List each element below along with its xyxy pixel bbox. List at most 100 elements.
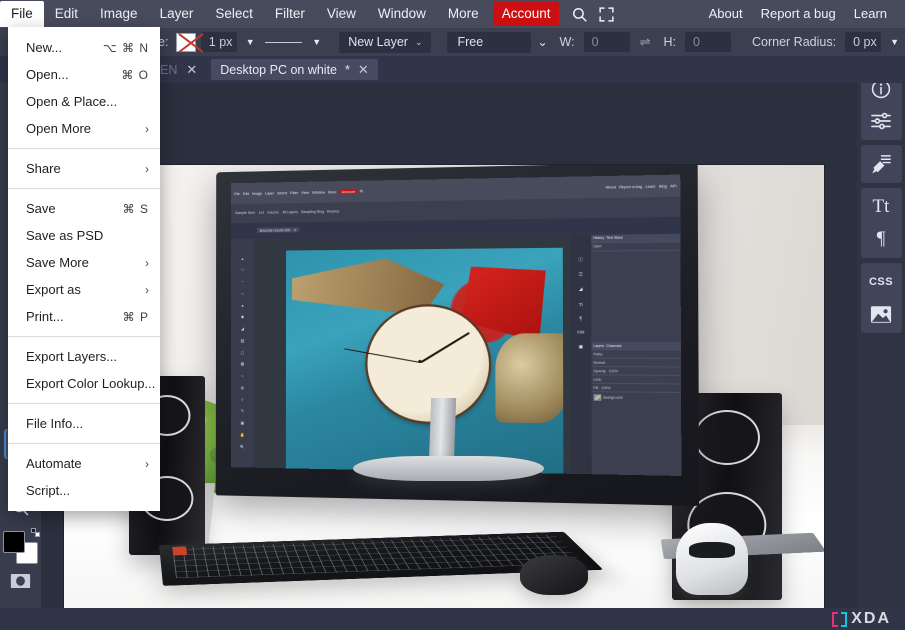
photo-mouse: [520, 555, 588, 595]
mini-tool-crop-icon: ⌂: [241, 291, 243, 296]
mini-sampling-ring-label: Sampling Ring: [300, 210, 323, 214]
mini-adjustments-panel-icon: ☰: [578, 271, 582, 277]
mini-layers-tab: Layers: [593, 343, 604, 347]
menu-open-and-place[interactable]: Open & Place...: [8, 88, 160, 115]
mini-history-entry: Open: [590, 242, 680, 251]
document-canvas[interactable]: File Edit Image Layer Select Filter View…: [64, 165, 824, 613]
menu-share[interactable]: Share ›: [8, 155, 160, 182]
corner-radius-caret-icon[interactable]: ▼: [884, 37, 905, 47]
right-panel-rail[interactable]: <>: [857, 56, 905, 630]
menu-open-more[interactable]: Open More ›: [8, 115, 160, 142]
mini-about: About: [605, 184, 615, 188]
swap-dimensions-icon[interactable]: ⇌: [633, 34, 658, 50]
quick-mask-toggle[interactable]: [4, 566, 37, 596]
corner-radius-input[interactable]: 0 px: [845, 32, 881, 52]
mini-search-icon: 🔍: [360, 189, 365, 193]
stroke-width-caret-icon[interactable]: ▼: [240, 37, 261, 47]
character-glyph: Tt: [873, 196, 890, 218]
menu-open-and-place-label: Open & Place...: [26, 94, 149, 109]
mini-sample-size-label: Sample Size:: [235, 211, 256, 215]
monitor-stand-base: [353, 456, 545, 482]
transform-mode-select[interactable]: Free: [447, 32, 531, 53]
color-swatches[interactable]: [3, 531, 39, 565]
about-link[interactable]: About: [700, 1, 752, 27]
stroke-width-field[interactable]: 1 px: [201, 32, 237, 52]
image-panel-icon[interactable]: [862, 298, 900, 330]
tab-close-icon[interactable]: ✕: [358, 63, 369, 76]
menu-separator: [8, 443, 160, 444]
chevron-right-icon: ›: [145, 256, 149, 270]
account-button[interactable]: Account: [493, 2, 560, 26]
mini-restrict-label: Restrict: [327, 210, 339, 214]
menu-item-layer[interactable]: Layer: [149, 1, 205, 27]
hidden-tab-label: EN: [160, 63, 177, 77]
transform-mode-value: Free: [457, 35, 483, 49]
menu-script-label: Script...: [26, 483, 149, 498]
menu-item-edit[interactable]: Edit: [44, 1, 89, 27]
menu-automate[interactable]: Automate ›: [8, 450, 160, 477]
mini-tool-shape-icon: ▣: [240, 420, 244, 425]
mini-menu-window: Window: [312, 190, 325, 194]
menu-save[interactable]: Save ⌘ S: [8, 195, 160, 222]
menu-item-window[interactable]: Window: [367, 1, 437, 27]
menu-save-more[interactable]: Save More ›: [8, 249, 160, 276]
mini-brush-panel-icon: ◢: [578, 286, 582, 292]
stroke-style-caret-icon[interactable]: ▼: [306, 37, 327, 47]
menu-script[interactable]: Script...: [8, 477, 160, 504]
transform-mode-chevron-icon[interactable]: ⌄: [531, 35, 553, 49]
menu-item-select[interactable]: Select: [204, 1, 264, 27]
report-bug-link[interactable]: Report a bug: [752, 1, 845, 27]
menu-print[interactable]: Print... ⌘ P: [8, 303, 160, 330]
mini-image-panel-icon: ▣: [578, 343, 583, 349]
mini-tab-label: absolute-results-900: [259, 228, 290, 232]
xda-watermark: XDA: [832, 610, 891, 628]
status-bar: XDA: [0, 608, 905, 630]
width-input[interactable]: 0: [584, 32, 630, 52]
hidden-tab-close-icon[interactable]: ✕: [186, 62, 197, 78]
search-icon[interactable]: [568, 3, 590, 25]
tab-modified-indicator: *: [345, 63, 350, 77]
mini-tool-type-icon: T: [241, 397, 243, 402]
menu-item-more[interactable]: More: [437, 1, 490, 27]
css-panel-icon[interactable]: CSS: [862, 266, 900, 298]
menu-item-filter[interactable]: Filter: [264, 1, 316, 27]
canvas-photograph: File Edit Image Layer Select Filter View…: [64, 165, 824, 613]
foreground-color-swatch[interactable]: [3, 531, 25, 553]
learn-link[interactable]: Learn: [845, 1, 896, 27]
chevron-right-icon: ›: [145, 122, 149, 136]
mini-history-tab: History: [592, 236, 603, 240]
paragraph-glyph: ¶: [877, 228, 886, 250]
height-input[interactable]: 0: [685, 32, 731, 52]
menubar-right-links[interactable]: About Report a bug Learn: [700, 1, 905, 27]
menu-item-image[interactable]: Image: [89, 1, 149, 27]
target-layer-select[interactable]: New Layer ⌄: [339, 32, 431, 53]
mini-tool-stamp-icon: ▧: [240, 338, 244, 343]
image-icon: [870, 305, 892, 324]
workspace[interactable]: File Edit Image Layer Select Filter View…: [41, 83, 857, 630]
menu-file-info[interactable]: File Info...: [8, 410, 160, 437]
stroke-color-swatch[interactable]: [176, 33, 195, 52]
adjustments-panel-icon[interactable]: [862, 105, 900, 137]
character-panel-icon[interactable]: Tt: [862, 191, 900, 223]
menu-open[interactable]: Open... ⌘ O: [8, 61, 160, 88]
mini-tool-gradient-icon: ▦: [240, 361, 244, 366]
fullscreen-icon[interactable]: [595, 3, 617, 25]
menu-save-as-psd[interactable]: Save as PSD: [8, 222, 160, 249]
document-tab-desktop-pc[interactable]: Desktop PC on white * ✕: [211, 59, 378, 80]
mini-layer-thumbnail: [593, 394, 601, 400]
menu-file-info-label: File Info...: [26, 416, 149, 431]
menu-export-layers[interactable]: Export Layers...: [8, 343, 160, 370]
menu-item-view[interactable]: View: [316, 1, 367, 27]
mini-menu-image: Image: [252, 191, 262, 195]
menu-export-as[interactable]: Export as ›: [8, 276, 160, 303]
mini-photo-clock-scene: [286, 248, 563, 474]
paragraph-panel-icon[interactable]: ¶: [862, 223, 900, 255]
default-colors-icon[interactable]: [31, 528, 40, 537]
menu-new[interactable]: New... ⌥ ⌘ N: [8, 34, 160, 61]
brush-panel-icon[interactable]: [862, 148, 900, 180]
menu-item-file[interactable]: File: [0, 1, 44, 27]
rail-group-output: CSS: [861, 263, 902, 333]
file-dropdown-menu[interactable]: New... ⌥ ⌘ N Open... ⌘ O Open & Place...…: [8, 27, 160, 511]
main-menu-bar[interactable]: File Edit Image Layer Select Filter View…: [0, 0, 905, 28]
menu-export-color-lookup[interactable]: Export Color Lookup...: [8, 370, 160, 397]
